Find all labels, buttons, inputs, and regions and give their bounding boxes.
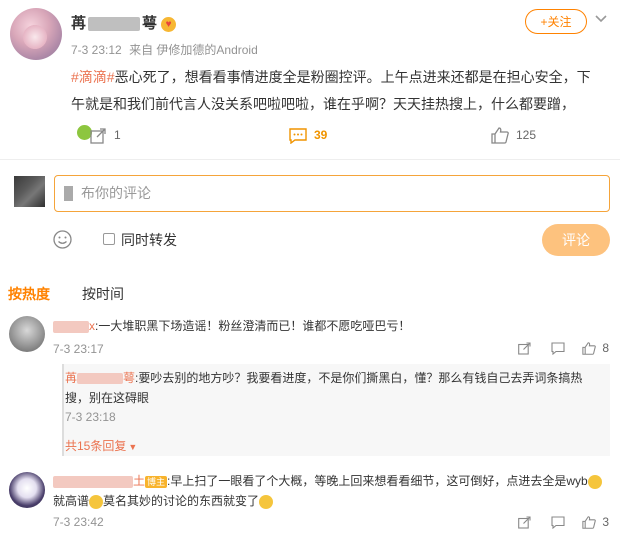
- comment-like-button[interactable]: 3: [582, 515, 609, 530]
- post-timestamp[interactable]: 7-3 23:12: [71, 43, 122, 57]
- doge-emoji-icon: [587, 474, 602, 489]
- reply-time: 7-3 23:18: [65, 410, 116, 424]
- share-icon: [90, 128, 106, 144]
- repost-checkbox[interactable]: [103, 233, 115, 245]
- input-cursor: [64, 186, 73, 201]
- comment-avatar[interactable]: [9, 316, 45, 352]
- comment-time: 7-3 23:42: [53, 515, 104, 529]
- comment-author[interactable]: 土: [53, 474, 145, 488]
- thumbs-up-icon: [491, 127, 509, 144]
- thumbs-up-icon: [582, 516, 596, 530]
- comment-share-button[interactable]: [518, 515, 531, 529]
- follow-button[interactable]: +关注: [525, 9, 587, 34]
- doge-emoji-icon: [89, 494, 104, 509]
- post-meta: 7-3 23:12 来自 伊修加德的Android: [71, 41, 262, 58]
- comment-text: x:一大堆职黑下场造谣！粉丝澄清而已！谁都不愿吃哑巴亏！: [53, 316, 593, 336]
- comment-like-button[interactable]: 8: [582, 341, 609, 356]
- comment-author[interactable]: x: [53, 319, 95, 333]
- repost-label[interactable]: 同时转发: [121, 230, 177, 250]
- comment-text: 土博主:早上扫了一眼看了个大概，等晚上回来想看看细节，这可倒好，点进去全是wyb…: [53, 471, 605, 511]
- comment-time: 7-3 23:17: [53, 342, 104, 356]
- comment-icon: [289, 128, 307, 145]
- post-body: 恶心死了，想看看事情进度全是粉圈控评。上午点进来还都是在担心安全，下午就是和我们…: [71, 69, 591, 112]
- comment-avatar[interactable]: [9, 472, 45, 508]
- repost-button[interactable]: 1: [90, 124, 121, 146]
- thumbs-up-icon: [582, 342, 596, 356]
- author-badge: 博主: [145, 475, 168, 488]
- chevron-down-icon[interactable]: [592, 10, 610, 28]
- comment-button[interactable]: 39: [289, 124, 327, 146]
- caret-down-icon: ▼: [128, 442, 138, 452]
- tab-sort-hot[interactable]: 按热度: [8, 284, 50, 304]
- hashtag-link[interactable]: #滴滴#: [71, 69, 115, 85]
- share-icon: [518, 342, 531, 355]
- like-button[interactable]: 125: [491, 124, 536, 146]
- divider: [0, 159, 620, 160]
- reply-author[interactable]: 苒萼: [65, 371, 135, 385]
- emoji-picker-icon[interactable]: [53, 230, 72, 249]
- submit-comment-button[interactable]: 评论: [542, 224, 610, 256]
- comment-share-button[interactable]: [518, 341, 531, 355]
- comment-icon: [551, 342, 565, 356]
- doge-emoji-icon: [259, 494, 274, 509]
- avatar[interactable]: [10, 8, 62, 60]
- reply-text: 苒萼:要吵去别的地方吵？我要看进度，不是你们撕黑白，懂？那么有钱自己去弄词条搞热…: [65, 371, 583, 405]
- tab-sort-time[interactable]: 按时间: [82, 284, 124, 304]
- heart-eyes-icon: ♥: [161, 16, 177, 32]
- more-replies-link[interactable]: 共15条回复 ▼: [65, 437, 137, 454]
- post-author-name[interactable]: 苒萼 ♥: [71, 12, 177, 33]
- comment-icon: [551, 516, 565, 530]
- blurred-name: [88, 17, 141, 32]
- comment-input[interactable]: 布你的评论: [54, 175, 610, 212]
- comment-reply-button[interactable]: [551, 341, 565, 356]
- comment-placeholder: 布你的评论: [81, 185, 151, 201]
- post-source: 来自 伊修加德的Android: [129, 43, 258, 57]
- my-avatar: [14, 176, 45, 207]
- share-icon: [518, 516, 531, 529]
- comment-reply-button[interactable]: [551, 515, 565, 530]
